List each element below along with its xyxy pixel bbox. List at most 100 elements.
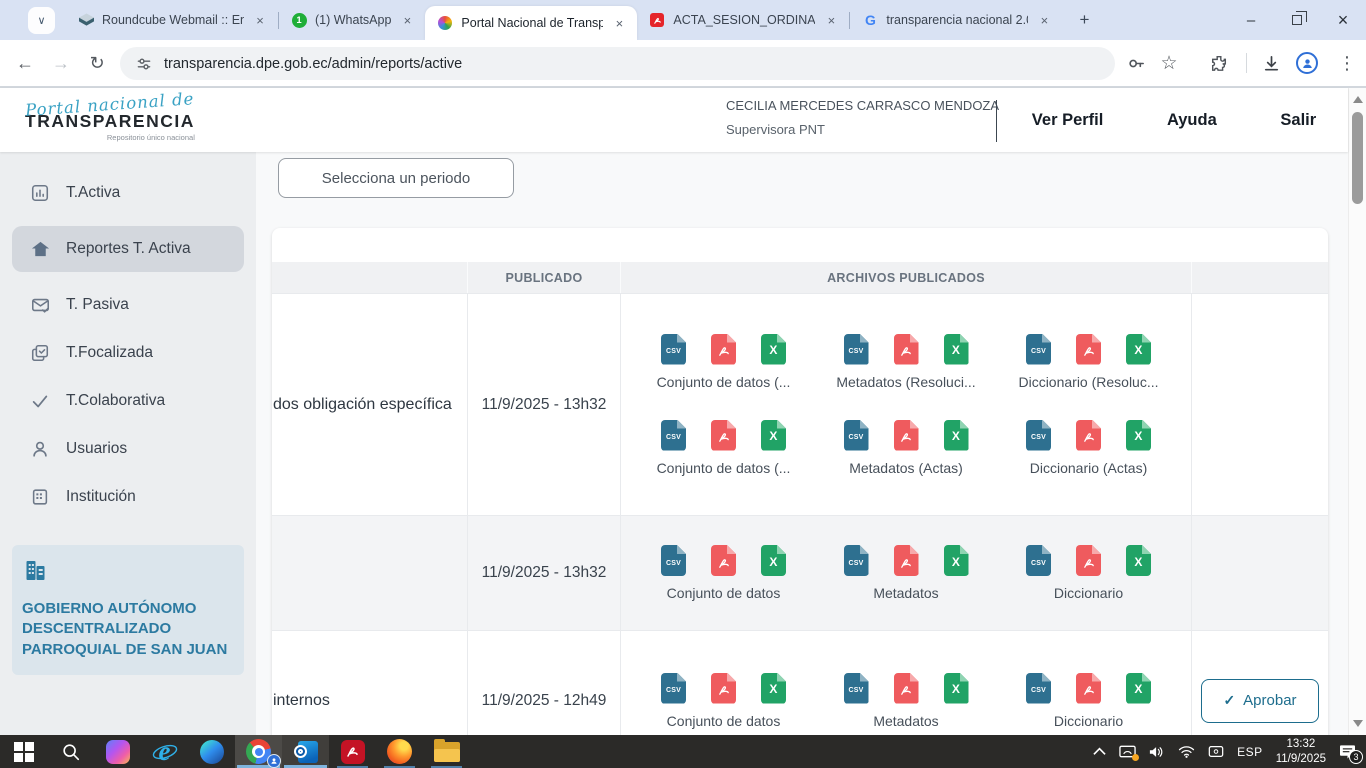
excel-file-icon[interactable]: X bbox=[1126, 334, 1151, 365]
file-group-label[interactable]: Conjunto de datos (... bbox=[657, 374, 791, 390]
csv-file-icon[interactable]: CSV bbox=[844, 673, 869, 704]
tab-google-search[interactable]: G transparencia nacional 2.0 - × bbox=[850, 0, 1062, 40]
file-group-label[interactable]: Conjunto de datos (... bbox=[657, 460, 791, 476]
pdf-file-icon[interactable] bbox=[894, 420, 919, 451]
csv-file-icon[interactable]: CSV bbox=[1026, 420, 1051, 451]
menu-ver-perfil[interactable]: Ver Perfil bbox=[1032, 111, 1104, 130]
sidebar-item-reportes-t-activa[interactable]: Reportes T. Activa bbox=[12, 226, 244, 272]
excel-file-icon[interactable]: X bbox=[944, 673, 969, 704]
file-group-label[interactable]: Conjunto de datos bbox=[667, 585, 781, 601]
keyboard-language-indicator[interactable]: ESP bbox=[1237, 745, 1263, 759]
page-scrollbar[interactable] bbox=[1348, 88, 1366, 735]
csv-file-icon[interactable]: CSV bbox=[844, 545, 869, 576]
pdf-file-icon[interactable] bbox=[1076, 673, 1101, 704]
csv-file-icon[interactable]: CSV bbox=[661, 545, 686, 576]
file-group-label[interactable]: Diccionario (Resoluc... bbox=[1018, 374, 1158, 390]
taskbar-outlook-button[interactable] bbox=[282, 735, 329, 768]
file-group-label[interactable]: Metadatos (Resoluci... bbox=[836, 374, 975, 390]
file-group-label[interactable]: Conjunto de datos bbox=[667, 713, 781, 729]
csv-file-icon[interactable]: CSV bbox=[661, 334, 686, 365]
site-info-icon[interactable] bbox=[136, 56, 152, 72]
taskbar-firefox-button[interactable] bbox=[376, 735, 423, 768]
scroll-up-arrow-icon[interactable] bbox=[1353, 96, 1363, 103]
tray-expand-chevron-icon[interactable] bbox=[1093, 747, 1106, 756]
close-tab-icon[interactable]: × bbox=[823, 12, 839, 28]
sidebar-item-t-pasiva[interactable]: T. Pasiva bbox=[0, 290, 256, 320]
csv-file-icon[interactable]: CSV bbox=[1026, 545, 1051, 576]
file-group-label[interactable]: Metadatos bbox=[873, 713, 938, 729]
excel-file-icon[interactable]: X bbox=[944, 334, 969, 365]
tab-acta-pdf[interactable]: ACTA_SESION_ORDINARIA.p × bbox=[637, 0, 849, 40]
excel-file-icon[interactable]: X bbox=[944, 420, 969, 451]
excel-file-icon[interactable]: X bbox=[1126, 545, 1151, 576]
csv-file-icon[interactable]: CSV bbox=[661, 673, 686, 704]
pdf-file-icon[interactable] bbox=[894, 545, 919, 576]
pdf-file-icon[interactable] bbox=[711, 673, 736, 704]
period-selector-button[interactable]: Selecciona un periodo bbox=[278, 158, 514, 198]
excel-file-icon[interactable]: X bbox=[1126, 673, 1151, 704]
taskbar-edge-button[interactable] bbox=[188, 735, 235, 768]
minimize-window-button[interactable]: – bbox=[1228, 0, 1274, 40]
close-tab-icon[interactable]: × bbox=[1036, 12, 1052, 28]
scroll-down-arrow-icon[interactable] bbox=[1353, 720, 1363, 727]
excel-file-icon[interactable]: X bbox=[761, 420, 786, 451]
excel-file-icon[interactable]: X bbox=[1126, 420, 1151, 451]
taskbar-search-button[interactable] bbox=[47, 735, 94, 768]
tab-roundcube[interactable]: Roundcube Webmail :: Entra × bbox=[66, 0, 278, 40]
close-tab-icon[interactable]: × bbox=[399, 12, 415, 28]
tray-screenshare-icon[interactable] bbox=[1119, 745, 1136, 759]
pdf-file-icon[interactable] bbox=[894, 673, 919, 704]
sidebar-item-usuarios[interactable]: Usuarios bbox=[0, 434, 256, 464]
profile-avatar-icon[interactable] bbox=[1293, 49, 1321, 77]
pdf-file-icon[interactable] bbox=[1076, 545, 1101, 576]
taskbar-chrome-button[interactable] bbox=[235, 735, 282, 768]
close-tab-icon[interactable]: × bbox=[252, 12, 268, 28]
close-tab-icon[interactable]: × bbox=[611, 15, 627, 31]
taskbar-internet-explorer-button[interactable]: e bbox=[141, 735, 188, 768]
back-button[interactable]: ← bbox=[10, 48, 40, 78]
csv-file-icon[interactable]: CSV bbox=[844, 334, 869, 365]
excel-file-icon[interactable]: X bbox=[761, 673, 786, 704]
file-group-label[interactable]: Diccionario (Actas) bbox=[1030, 460, 1147, 476]
csv-file-icon[interactable]: CSV bbox=[661, 420, 686, 451]
pdf-file-icon[interactable] bbox=[1076, 420, 1101, 451]
scrollbar-thumb[interactable] bbox=[1352, 112, 1363, 204]
tray-display-connect-icon[interactable] bbox=[1208, 745, 1224, 758]
forward-button[interactable]: → bbox=[46, 48, 76, 78]
file-group-label[interactable]: Diccionario bbox=[1054, 585, 1123, 601]
menu-salir[interactable]: Salir bbox=[1280, 111, 1316, 130]
taskbar-copilot-button[interactable] bbox=[94, 735, 141, 768]
file-group-label[interactable]: Metadatos (Actas) bbox=[849, 460, 963, 476]
taskbar-file-explorer-button[interactable] bbox=[423, 735, 470, 768]
sidebar-item-t-activa[interactable]: T.Activa bbox=[0, 178, 256, 208]
tab-whatsapp[interactable]: 1 (1) WhatsApp × bbox=[279, 0, 425, 40]
downloads-icon[interactable] bbox=[1257, 49, 1285, 77]
csv-file-icon[interactable]: CSV bbox=[1026, 673, 1051, 704]
excel-file-icon[interactable]: X bbox=[761, 334, 786, 365]
browser-menu-icon[interactable]: ⋮ bbox=[1333, 49, 1361, 77]
start-button[interactable] bbox=[0, 735, 47, 768]
extensions-icon[interactable] bbox=[1205, 49, 1233, 77]
reload-button[interactable]: ↻ bbox=[82, 48, 112, 78]
tray-volume-icon[interactable] bbox=[1149, 745, 1165, 759]
taskbar-clock[interactable]: 13:32 11/9/2025 bbox=[1276, 737, 1326, 766]
sidebar-item-t-focalizada[interactable]: T.Focalizada bbox=[0, 338, 256, 368]
notification-center-button[interactable]: 3 bbox=[1339, 744, 1356, 759]
portal-logo[interactable]: Portal nacional de TRANSPARENCIA Reposit… bbox=[25, 95, 195, 142]
excel-file-icon[interactable]: X bbox=[761, 545, 786, 576]
sidebar-item-institucion[interactable]: Institución bbox=[0, 482, 256, 512]
approve-button[interactable]: ✓ Aprobar bbox=[1201, 679, 1319, 723]
csv-file-icon[interactable]: CSV bbox=[844, 420, 869, 451]
pdf-file-icon[interactable] bbox=[1076, 334, 1101, 365]
tab-search-button[interactable]: ∨ bbox=[28, 7, 55, 34]
excel-file-icon[interactable]: X bbox=[944, 545, 969, 576]
pdf-file-icon[interactable] bbox=[711, 420, 736, 451]
close-window-button[interactable]: × bbox=[1320, 0, 1366, 40]
csv-file-icon[interactable]: CSV bbox=[1026, 334, 1051, 365]
bookmark-star-icon[interactable]: ☆ bbox=[1155, 49, 1183, 77]
tab-portal-active[interactable]: Portal Nacional de Transpare × bbox=[425, 6, 637, 40]
pdf-file-icon[interactable] bbox=[711, 334, 736, 365]
pdf-file-icon[interactable] bbox=[711, 545, 736, 576]
pdf-file-icon[interactable] bbox=[894, 334, 919, 365]
tray-wifi-icon[interactable] bbox=[1178, 745, 1195, 758]
